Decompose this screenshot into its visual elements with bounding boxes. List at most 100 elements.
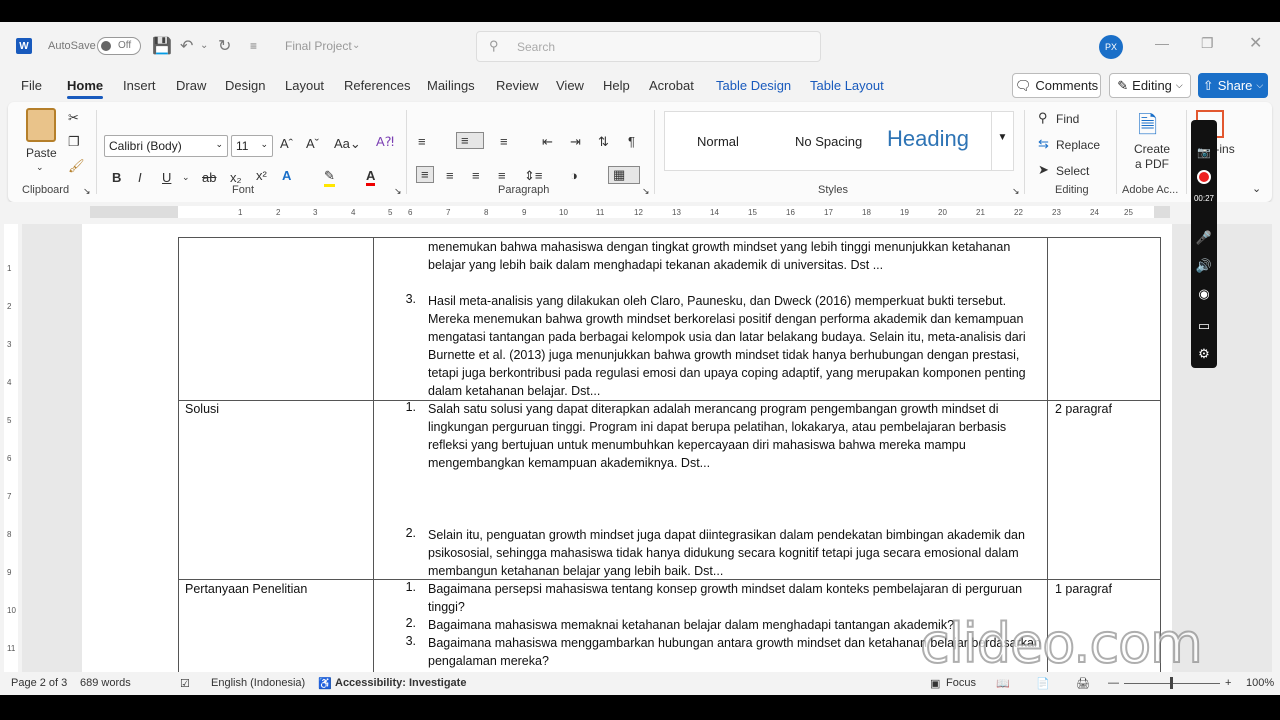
select-icon[interactable]: ➤	[1038, 162, 1049, 178]
list-item[interactable]: Hasil meta-analisis yang dilakukan oleh …	[428, 292, 1042, 400]
speaker-icon[interactable]: 🔊	[1195, 258, 1213, 276]
editing-mode-button[interactable]: ✎ Editing ⌵	[1109, 73, 1191, 98]
close-icon[interactable]: ✕	[1249, 33, 1262, 53]
bold-icon[interactable]: B	[112, 170, 121, 185]
list-item[interactable]: Bagaimana persepsi mahasiswa tentang kon…	[428, 580, 1042, 616]
create-pdf-label[interactable]: Create a PDF	[1132, 142, 1172, 172]
font-name-select[interactable]: Calibri (Body) ⌄	[104, 135, 228, 157]
table-cell-label[interactable]	[178, 400, 374, 580]
row-note[interactable]: 1 paragraf	[1055, 580, 1112, 598]
page-indicator[interactable]: Page 2 of 3	[11, 677, 67, 689]
tab-table-layout[interactable]: Table Layout	[810, 78, 884, 93]
paste-icon[interactable]	[26, 108, 56, 142]
table-cell-note[interactable]	[1047, 237, 1161, 401]
collapse-ribbon-icon[interactable]: ⌄	[1252, 182, 1261, 195]
redo-icon[interactable]: ↻	[218, 36, 231, 56]
tab-file[interactable]: File	[21, 78, 42, 93]
word-count[interactable]: 689 words	[80, 677, 131, 689]
language[interactable]: English (Indonesia)	[211, 677, 305, 689]
sort-icon[interactable]: ⇅	[598, 134, 609, 150]
shading-icon[interactable]: ◑	[570, 168, 578, 183]
table-cell-note[interactable]	[1047, 400, 1161, 580]
dialog-launcher-icon[interactable]: ↘	[394, 186, 402, 197]
align-right-icon[interactable]: ≡	[472, 168, 480, 183]
decrease-indent-icon[interactable]: ⇤	[542, 134, 553, 150]
style-no-spacing[interactable]: No Spacing	[795, 134, 862, 149]
highlight-icon[interactable]: ✎	[324, 168, 335, 187]
tab-design[interactable]: Design	[225, 78, 265, 93]
strikethrough-icon[interactable]: ab	[202, 170, 216, 185]
style-normal[interactable]: Normal	[697, 134, 739, 149]
line-spacing-icon[interactable]: ⇕≡	[524, 168, 542, 184]
tab-references[interactable]: References	[344, 78, 410, 93]
justify-icon[interactable]: ≡	[498, 168, 506, 183]
focus-icon[interactable]: ▣	[930, 677, 940, 690]
maximize-icon[interactable]: ❐	[1201, 35, 1214, 52]
ruler-track[interactable]: 1 2 3 4 5 6 7 8 9 10 11 12 13 14 15 16 1…	[90, 206, 1170, 218]
align-left-icon[interactable]: ≡	[416, 166, 434, 183]
accessibility-icon[interactable]: ♿	[318, 677, 332, 690]
copy-icon[interactable]: ❐	[68, 134, 80, 150]
select-label[interactable]: Select	[1056, 164, 1089, 178]
record-icon[interactable]	[1197, 170, 1211, 184]
title-chevron-icon[interactable]: ⌄	[352, 40, 360, 51]
numbering-icon[interactable]: ≡	[456, 132, 484, 149]
proofing-icon[interactable]: ☑	[180, 677, 190, 690]
print-layout-icon[interactable]: 📄	[1036, 677, 1050, 690]
bullets-icon[interactable]: ≡	[418, 134, 426, 149]
customize-toolbar-icon[interactable]: ≡	[250, 39, 257, 53]
comments-button[interactable]: 🗨 Comments	[1012, 73, 1101, 98]
subscript-icon[interactable]: x₂	[230, 170, 242, 185]
row-label-pertanyaan[interactable]: Pertanyaan Penelitian	[185, 580, 307, 598]
chevron-down-icon[interactable]: ⌄	[36, 162, 44, 173]
pilcrow-icon[interactable]: ¶	[628, 134, 635, 149]
grow-font-icon[interactable]: Aˆ	[280, 136, 293, 151]
webcam-icon[interactable]: ◉	[1195, 286, 1213, 304]
row-label-solusi[interactable]: Solusi	[185, 400, 219, 418]
align-center-icon[interactable]: ≡	[446, 168, 454, 183]
zoom-in-icon[interactable]: +	[1225, 677, 1231, 689]
format-painter-icon[interactable]: 🖌	[68, 158, 85, 174]
screen-icon[interactable]: ▭	[1195, 318, 1213, 336]
font-color-icon[interactable]: A	[366, 168, 376, 186]
styles-more-icon[interactable]: ▼	[991, 112, 1013, 170]
tab-acrobat[interactable]: Acrobat	[649, 78, 694, 93]
undo-dropdown-icon[interactable]: ⌄	[200, 40, 208, 51]
increase-indent-icon[interactable]: ⇥	[570, 134, 581, 150]
clear-formatting-icon[interactable]: A⁈	[376, 134, 394, 150]
chevron-down-icon[interactable]: ⌄	[182, 172, 190, 183]
list-item[interactable]: Selain itu, penguatan growth mindset jug…	[428, 526, 1042, 580]
settings-gear-icon[interactable]: ⚙	[1195, 346, 1213, 364]
shrink-font-icon[interactable]: Aˇ	[306, 136, 319, 151]
zoom-out-icon[interactable]: —	[1108, 677, 1119, 689]
dialog-launcher-icon[interactable]: ↘	[1012, 186, 1020, 197]
italic-icon[interactable]: I	[138, 170, 142, 185]
tab-draw[interactable]: Draw	[176, 78, 206, 93]
borders-icon[interactable]: ▦	[608, 166, 641, 184]
table-cell-label[interactable]	[178, 237, 374, 401]
find-icon[interactable]: ⚲	[1038, 110, 1048, 126]
dialog-launcher-icon[interactable]: ↘	[83, 186, 91, 197]
font-size-select[interactable]: 11 ⌄	[231, 135, 273, 157]
undo-icon[interactable]: ↶	[180, 36, 193, 56]
tab-review[interactable]: Review	[496, 78, 539, 93]
superscript-icon[interactable]: x²	[256, 168, 267, 183]
read-mode-icon[interactable]: 📖	[996, 677, 1010, 690]
tab-layout[interactable]: Layout	[285, 78, 324, 93]
paragraph[interactable]: menemukan bahwa mahasiswa dengan tingkat…	[428, 238, 1042, 274]
change-case-icon[interactable]: Aa⌄	[334, 136, 361, 152]
multilevel-list-icon[interactable]: ≡	[500, 134, 508, 149]
text-effects-icon[interactable]: A	[282, 168, 291, 183]
document-title[interactable]: Final Project	[285, 39, 352, 53]
tab-help[interactable]: Help	[603, 78, 630, 93]
zoom-level[interactable]: 100%	[1246, 677, 1274, 689]
paste-label[interactable]: Paste	[26, 146, 57, 160]
list-item[interactable]: Salah satu solusi yang dapat diterapkan …	[428, 400, 1042, 472]
minimize-icon[interactable]: —	[1155, 35, 1169, 51]
tab-home[interactable]: Home	[67, 78, 104, 99]
cut-icon[interactable]: ✂	[68, 110, 79, 126]
zoom-slider-thumb[interactable]	[1170, 677, 1173, 689]
replace-label[interactable]: Replace	[1056, 138, 1100, 152]
style-heading[interactable]: Heading	[887, 126, 969, 152]
tab-view[interactable]: View	[556, 78, 584, 93]
